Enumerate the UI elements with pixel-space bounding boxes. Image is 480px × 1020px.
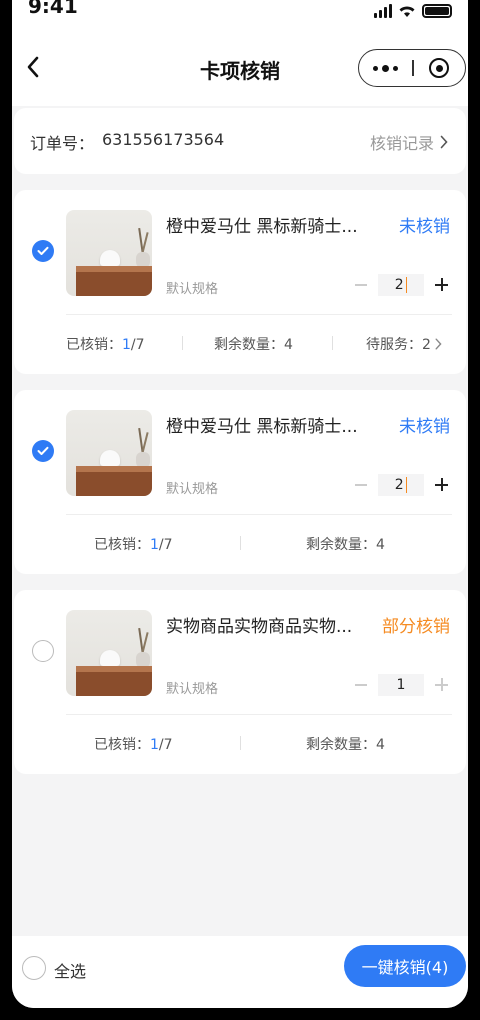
product-name: 实物商品实物商品实物... bbox=[166, 617, 353, 637]
mini-program-capsule bbox=[358, 49, 466, 87]
text-caret bbox=[405, 477, 408, 493]
redeemed-label: 已核销： bbox=[94, 537, 150, 553]
check-icon bbox=[37, 446, 49, 455]
quantity-input[interactable]: 1 bbox=[378, 674, 424, 696]
item-card: 橙中爱马仕 黑标新骑士... 未核销 默认规格 2 已核销：1/7 剩余数量：4 bbox=[14, 390, 466, 574]
select-all-label[interactable]: 全选 bbox=[54, 958, 86, 982]
redeem-status-badge: 未核销 bbox=[399, 417, 450, 437]
remaining-value: 4 bbox=[376, 537, 385, 553]
remaining-value: 4 bbox=[376, 737, 385, 753]
redeemed-done: 1 bbox=[150, 537, 159, 553]
divider bbox=[66, 314, 452, 315]
redeem-records-label: 核销记录 bbox=[369, 134, 434, 153]
bottom-action-bar: 全选 一键核销(4) bbox=[12, 936, 468, 1008]
item-checkbox[interactable] bbox=[32, 640, 54, 662]
item-checkbox[interactable] bbox=[32, 240, 54, 262]
select-all-checkbox[interactable] bbox=[22, 956, 46, 980]
product-spec: 默认规格 bbox=[166, 682, 219, 697]
product-image bbox=[66, 410, 152, 496]
product-name: 橙中爱马仕 黑标新骑士... bbox=[166, 217, 358, 237]
phone-screen: 9:41 卡项核销 订单号： 631556173564 核销记录 橙中爱马仕 黑… bbox=[12, 0, 468, 1008]
quantity-stepper: 2 bbox=[350, 274, 452, 296]
remaining-count: 剩余数量：4 bbox=[214, 334, 293, 354]
order-info-card: 订单号： 631556173564 核销记录 bbox=[14, 108, 466, 174]
text-caret bbox=[405, 277, 408, 293]
decrement-button[interactable] bbox=[350, 274, 372, 296]
remaining-count: 剩余数量：4 bbox=[306, 734, 385, 754]
redeemed-count: 已核销：1/7 bbox=[94, 534, 173, 554]
item-card: 橙中爱马仕 黑标新骑士... 未核销 默认规格 2 已核销：1/7 剩余数量：4… bbox=[14, 190, 466, 374]
product-image bbox=[66, 610, 152, 696]
signal-icon bbox=[374, 4, 392, 18]
redeemed-count: 已核销：1/7 bbox=[66, 334, 145, 354]
quantity-stepper: 1 bbox=[350, 674, 452, 696]
item-card: 实物商品实物商品实物... 部分核销 默认规格 1 已核销：1/7 剩余数量：4 bbox=[14, 590, 466, 774]
redeemed-total: /7 bbox=[130, 337, 145, 353]
product-name: 橙中爱马仕 黑标新骑士... bbox=[166, 417, 358, 437]
product-spec: 默认规格 bbox=[166, 482, 219, 497]
redeem-records-link[interactable]: 核销记录 bbox=[370, 130, 448, 154]
item-checkbox[interactable] bbox=[32, 440, 54, 462]
remaining-count: 剩余数量：4 bbox=[306, 534, 385, 554]
quantity-value: 2 bbox=[394, 477, 404, 493]
stat-separator bbox=[240, 536, 241, 550]
status-time: 9:41 bbox=[28, 0, 78, 18]
status-bar: 9:41 bbox=[12, 0, 468, 28]
check-icon bbox=[37, 246, 49, 255]
stat-separator bbox=[240, 736, 241, 750]
remaining-label: 剩余数量： bbox=[214, 337, 284, 353]
quantity-input[interactable]: 2 bbox=[378, 474, 424, 496]
chevron-right-icon bbox=[440, 135, 448, 149]
chevron-right-icon bbox=[435, 338, 442, 350]
increment-button[interactable] bbox=[430, 674, 452, 696]
decrement-button[interactable] bbox=[350, 474, 372, 496]
pending-service-link[interactable]: 待服务：2 bbox=[366, 334, 442, 354]
order-number-label: 订单号： bbox=[30, 134, 95, 153]
product-spec: 默认规格 bbox=[166, 282, 219, 297]
product-image bbox=[66, 210, 152, 296]
status-icons bbox=[374, 4, 452, 18]
batch-redeem-button[interactable]: 一键核销(4) bbox=[344, 945, 466, 987]
remaining-value: 4 bbox=[284, 337, 293, 353]
redeemed-total: /7 bbox=[158, 537, 173, 553]
divider bbox=[66, 714, 452, 715]
increment-button[interactable] bbox=[430, 274, 452, 296]
pending-label: 待服务： bbox=[366, 337, 422, 353]
redeem-status-badge: 部分核销 bbox=[382, 617, 450, 637]
more-menu-button[interactable] bbox=[359, 50, 412, 86]
redeemed-done: 1 bbox=[122, 337, 131, 353]
pending-value: 2 bbox=[422, 337, 431, 353]
quantity-stepper: 2 bbox=[350, 474, 452, 496]
wifi-icon bbox=[399, 6, 415, 17]
close-program-button[interactable] bbox=[414, 50, 465, 86]
increment-button[interactable] bbox=[430, 474, 452, 496]
redeemed-total: /7 bbox=[158, 737, 173, 753]
quantity-value: 2 bbox=[394, 277, 404, 293]
stat-separator bbox=[182, 336, 183, 350]
battery-icon bbox=[422, 4, 452, 18]
quantity-value: 1 bbox=[396, 677, 406, 693]
nav-bar: 卡项核销 bbox=[12, 28, 468, 106]
redeemed-label: 已核销： bbox=[94, 737, 150, 753]
order-number-value: 631556173564 bbox=[102, 130, 225, 149]
decrement-button[interactable] bbox=[350, 674, 372, 696]
redeemed-count: 已核销：1/7 bbox=[94, 734, 173, 754]
divider bbox=[66, 514, 452, 515]
redeemed-label: 已核销： bbox=[66, 337, 122, 353]
remaining-label: 剩余数量： bbox=[306, 737, 376, 753]
stat-separator bbox=[332, 336, 333, 350]
target-icon bbox=[429, 58, 450, 78]
redeem-status-badge: 未核销 bbox=[399, 217, 450, 237]
remaining-label: 剩余数量： bbox=[306, 537, 376, 553]
redeemed-done: 1 bbox=[150, 737, 159, 753]
quantity-input[interactable]: 2 bbox=[378, 274, 424, 296]
